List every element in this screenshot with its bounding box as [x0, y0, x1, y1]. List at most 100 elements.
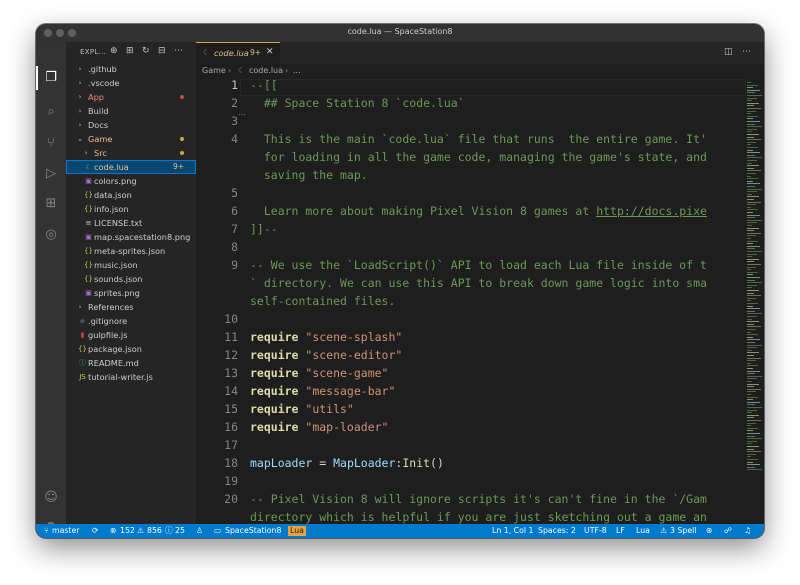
file-tree: › .github › .vscode › App › Build › Docs ⌄ Game › Src… [66, 62, 196, 384]
indentation[interactable]: Spaces: 2 [538, 524, 576, 538]
code-token: require [250, 420, 299, 434]
minimap[interactable] [746, 78, 764, 524]
branch-name[interactable]: master [52, 524, 80, 538]
code-token: This is the main `code.lua` file that ru… [250, 132, 707, 146]
source-control-icon[interactable]: ⑂ [43, 136, 59, 152]
chevron-right-icon[interactable]: › [82, 146, 90, 160]
code-token: require [250, 348, 299, 362]
minimap-line [747, 365, 758, 367]
lua-badge[interactable]: Lua [288, 526, 306, 536]
tree-item[interactable]: {} sounds.json [66, 272, 196, 286]
tree-item[interactable]: ⓘ README.md [66, 356, 196, 370]
split-editor-icon[interactable]: ◫ [724, 47, 733, 57]
tree-item[interactable]: {} info.json [66, 202, 196, 216]
tree-item[interactable]: › App [66, 90, 196, 104]
tree-item[interactable]: ▣ map.spacestation8.png [66, 230, 196, 244]
tree-item[interactable]: ☾ code.lua 9+ [66, 160, 196, 174]
minimap-line [747, 89, 760, 91]
end-of-line[interactable]: LF [616, 524, 625, 538]
minimap-line [747, 92, 755, 94]
tree-item[interactable]: {} meta-sprites.json [66, 244, 196, 258]
chevron-right-icon[interactable]: › [76, 300, 84, 314]
sync-icon[interactable]: ⟳ [92, 524, 99, 538]
minimap-line [747, 342, 755, 343]
search-icon[interactable]: ⌕ [43, 104, 59, 120]
breadcrumb-folder[interactable]: Game [202, 64, 226, 78]
minimap-line [747, 141, 756, 143]
tree-item[interactable]: › Src [66, 146, 196, 160]
chevron-right-icon[interactable]: › [76, 104, 84, 118]
chevron-right-icon[interactable]: › [76, 76, 84, 90]
tree-item[interactable]: ◆ .gitignore [66, 314, 196, 328]
minimap-line [747, 375, 762, 377]
refresh-icon[interactable]: ↻ [142, 46, 150, 56]
code-token: http://docs.pixe [596, 204, 707, 218]
run-debug-icon[interactable]: ▷ [43, 166, 59, 182]
tree-item[interactable]: ⌄ Game [66, 132, 196, 146]
info-count[interactable]: 25 [175, 524, 185, 538]
feedback-icon[interactable]: ☍ [724, 524, 732, 538]
collapse-all-icon[interactable]: ⊟ [158, 46, 166, 56]
tree-item[interactable]: ▣ sprites.png [66, 286, 196, 300]
tree-item[interactable]: › References [66, 300, 196, 314]
minimap-line [747, 412, 752, 414]
minimap-line [747, 313, 762, 315]
minimap-line [747, 438, 762, 440]
remote-icon[interactable]: ◎ [43, 227, 59, 243]
explorer-icon[interactable]: ❐ [43, 70, 59, 86]
lua-file-icon: ☾ [203, 48, 211, 57]
tree-item[interactable]: › .vscode [66, 76, 196, 90]
code-token: Init [402, 456, 431, 470]
minimap-line [747, 329, 756, 330]
code-line: -- Pixel Vision 8 will ignore scripts it… [250, 492, 707, 506]
tab-code-lua[interactable]: ☾ code.lua 9+ ✕ [196, 42, 280, 65]
tree-item[interactable]: JS tutorial-writer.js [66, 370, 196, 384]
copilot-icon[interactable]: ⊛ [706, 524, 713, 538]
new-folder-icon[interactable]: ⊞ [126, 46, 134, 56]
tree-item[interactable]: {} music.json [66, 258, 196, 272]
chevron-right-icon[interactable]: › [76, 118, 84, 132]
minimap-line [747, 136, 754, 138]
extensions-icon[interactable]: ⊞ [43, 196, 59, 212]
chevron-right-icon[interactable]: › [76, 62, 84, 76]
chevron-down-icon[interactable]: ⌄ [76, 132, 84, 146]
tree-item[interactable]: › Build [66, 104, 196, 118]
code-token: ## Space Station 8 `code.lua` [250, 96, 465, 110]
spell-check-count[interactable]: 3 Spell [670, 524, 696, 538]
minimap-line [747, 258, 759, 260]
minimap-line [747, 240, 758, 242]
language-mode[interactable]: Lua [636, 524, 650, 538]
tree-item[interactable]: › Docs [66, 118, 196, 132]
tree-item[interactable]: {} data.json [66, 188, 196, 202]
breadcrumb-symbol[interactable]: ... [293, 64, 301, 78]
warnings-count[interactable]: 856 [147, 524, 162, 538]
new-file-icon[interactable]: ⊕ [110, 46, 118, 56]
account-icon[interactable]: ☺ [43, 490, 59, 506]
more-actions-icon[interactable]: ⋯ [174, 46, 183, 56]
tree-item-label: meta-sprites.json [94, 246, 166, 256]
modified-dot [180, 137, 184, 141]
errors-count[interactable]: 152 [120, 524, 135, 538]
code-editor[interactable]: … 1 --[[2 ## Space Station 8 `code.lua` 3 4… [196, 78, 746, 524]
folded-region-ellipsis[interactable]: … [238, 108, 246, 117]
line-number: 13 [224, 366, 238, 380]
tree-item[interactable]: ▣ colors.png [66, 174, 196, 188]
line-number: 20 [224, 492, 238, 506]
encoding[interactable]: UTF-8 [584, 524, 607, 538]
notifications-bell-icon[interactable]: ♫ [744, 524, 751, 538]
close-tab-icon[interactable]: ✕ [266, 47, 274, 57]
breadcrumb-file[interactable]: code.lua [249, 64, 283, 78]
tree-item[interactable]: › .github [66, 62, 196, 76]
line-number: 19 [224, 474, 238, 488]
tab-label: code.lua [214, 48, 249, 58]
minimap-line [747, 370, 760, 372]
tree-item[interactable]: ≡ LICENSE.txt [66, 216, 196, 230]
tree-item[interactable]: ▮ gulpfile.js [66, 328, 196, 342]
cursor-position[interactable]: Ln 1, Col 1 [492, 524, 534, 538]
editor-more-actions-icon[interactable]: ⋯ [742, 47, 751, 57]
tree-item[interactable]: {} package.json [66, 342, 196, 356]
chevron-right-icon[interactable]: › [76, 90, 84, 104]
code-token: saving the map. [250, 168, 368, 182]
line-number: 11 [224, 330, 238, 344]
project-name[interactable]: SpaceStation8 [225, 524, 281, 538]
